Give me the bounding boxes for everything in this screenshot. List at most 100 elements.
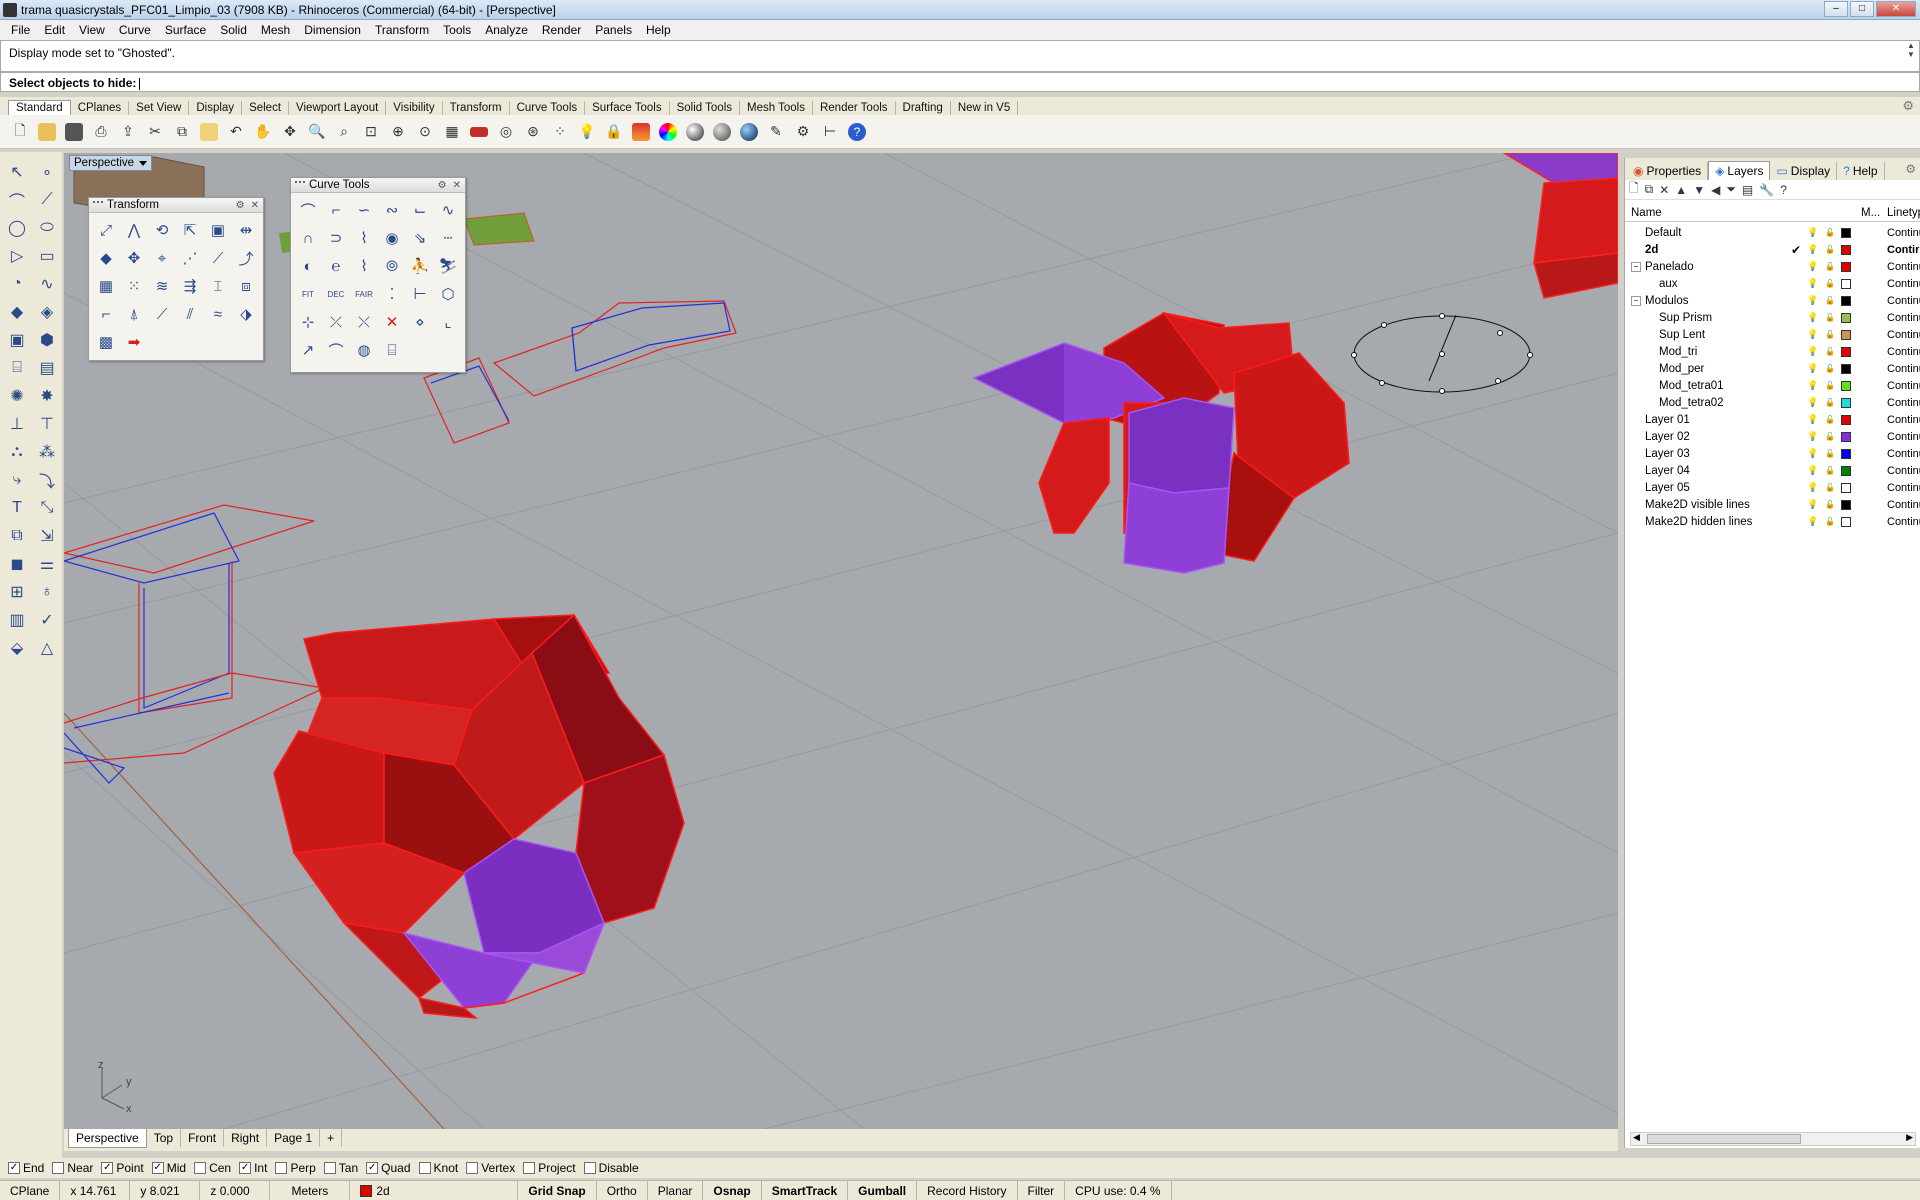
- toggle-osnap[interactable]: Osnap: [703, 1181, 762, 1200]
- rotate-icon[interactable]: ⟲: [149, 217, 175, 243]
- layer-linetype[interactable]: Continu: [1887, 261, 1920, 273]
- layer-name[interactable]: Layer 03: [1645, 448, 1690, 460]
- explode-icon[interactable]: ✸: [33, 382, 61, 410]
- align-icon[interactable]: ✥: [121, 245, 147, 271]
- fillet-curves-icon[interactable]: ⌒: [295, 197, 321, 223]
- insert-knot-icon[interactable]: ⤫: [323, 309, 349, 335]
- unlock-icon[interactable]: 🔓: [1825, 432, 1835, 441]
- fair-icon[interactable]: FAIR: [351, 281, 377, 307]
- layer-linetype[interactable]: Continu: [1887, 499, 1920, 511]
- project-icon[interactable]: ⬙: [3, 634, 31, 662]
- menu-surface[interactable]: Surface: [158, 23, 213, 37]
- helix-icon[interactable]: ℮: [323, 253, 349, 279]
- add-layout-icon[interactable]: +: [320, 1129, 343, 1147]
- toolbar-options-icon[interactable]: ⚙: [1902, 98, 1914, 114]
- toolbar-tab-solid-tools[interactable]: Solid Tools: [670, 101, 740, 115]
- osnap-mid[interactable]: ✓ Mid: [151, 1161, 186, 1175]
- red-arrow-icon[interactable]: ➡: [121, 329, 147, 355]
- layer-name[interactable]: aux: [1659, 278, 1678, 290]
- dimension-tool-icon[interactable]: ⊥: [3, 410, 31, 438]
- layer-name[interactable]: Sup Lent: [1659, 329, 1705, 341]
- layer-linetype[interactable]: Continu: [1887, 448, 1920, 460]
- layer-name[interactable]: Layer 01: [1645, 414, 1690, 426]
- layer-linetype[interactable]: Continu: [1887, 295, 1920, 307]
- unlock-icon[interactable]: 🔓: [1825, 262, 1835, 271]
- rotate-view-icon[interactable]: ✥: [278, 120, 302, 144]
- drafting-icon[interactable]: △: [33, 634, 61, 662]
- layer-color-swatch[interactable]: [1841, 465, 1851, 476]
- layer-row[interactable]: Layer 04 💡 🔓 Continu: [1625, 462, 1920, 479]
- toolbar-tab-new-in-v5[interactable]: New in V5: [951, 101, 1019, 115]
- menu-dimension[interactable]: Dimension: [297, 23, 368, 37]
- boolean-icon[interactable]: ⬢: [33, 326, 61, 354]
- osnap-cen[interactable]: Cen: [194, 1161, 231, 1175]
- menu-curve[interactable]: Curve: [112, 23, 158, 37]
- layer-row[interactable]: Mod_tri 💡 🔓 Continu: [1625, 343, 1920, 360]
- solid-tools-icon[interactable]: ◼: [3, 550, 31, 578]
- layer-color-swatch[interactable]: [1841, 278, 1851, 289]
- open-folder-icon[interactable]: [35, 120, 59, 144]
- save-icon[interactable]: [62, 120, 86, 144]
- layer-row[interactable]: Layer 02 💡 🔓 Continu: [1625, 428, 1920, 445]
- car-icon[interactable]: [467, 120, 491, 144]
- osnap-project[interactable]: Project: [523, 1161, 576, 1175]
- layer-linetype[interactable]: Contir: [1887, 244, 1919, 256]
- visibility-bulb-icon[interactable]: 💡: [1807, 278, 1818, 289]
- group-icon[interactable]: ⛬: [3, 438, 31, 466]
- surface-icon[interactable]: ◆: [3, 298, 31, 326]
- toolbar-tab-set-view[interactable]: Set View: [129, 101, 190, 115]
- layer-color-swatch[interactable]: [1841, 227, 1851, 238]
- layer-name[interactable]: Sup Prism: [1659, 312, 1712, 324]
- maximize-button[interactable]: □: [1850, 1, 1874, 17]
- command-line[interactable]: Select objects to hide:: [0, 72, 1920, 92]
- osnap-disable[interactable]: Disable: [583, 1161, 639, 1175]
- layer-color-swatch[interactable]: [1841, 482, 1851, 493]
- unlock-icon[interactable]: 🔓: [1825, 330, 1835, 339]
- undo-icon[interactable]: ↶: [224, 120, 248, 144]
- gear-icon[interactable]: ⚙: [438, 180, 447, 191]
- visibility-bulb-icon[interactable]: 💡: [1807, 346, 1818, 357]
- layer-row[interactable]: Make2D hidden lines 💡 🔓 Continu: [1625, 513, 1920, 530]
- loft-curve-icon[interactable]: ⌇: [351, 253, 377, 279]
- render-material-icon[interactable]: [710, 120, 734, 144]
- scroll-right-icon[interactable]: ▶: [1906, 1132, 1913, 1143]
- toolbar-tab-surface-tools[interactable]: Surface Tools: [585, 101, 670, 115]
- array-surface-icon[interactable]: ⇶: [177, 273, 203, 299]
- current-layer-selector[interactable]: 2d: [350, 1181, 519, 1200]
- toolbar-tab-render-tools[interactable]: Render Tools: [813, 101, 896, 115]
- layer-row[interactable]: Layer 01 💡 🔓 Continu: [1625, 411, 1920, 428]
- minimize-button[interactable]: –: [1824, 1, 1848, 17]
- select-arrow-icon[interactable]: ↖: [3, 158, 31, 186]
- perspective-viewport[interactable]: z y x Perspective Transform ⚙ ✕ ⤢ ⋀ ⟲ ⇱ ▣ ⇹ ◆ ✥…: [64, 153, 1618, 1129]
- box-transform-icon[interactable]: ▣: [205, 217, 231, 243]
- toolbar-tab-transform[interactable]: Transform: [443, 101, 510, 115]
- checkbox-icon[interactable]: ✓: [8, 1162, 20, 1174]
- color-wheel-icon[interactable]: [656, 120, 680, 144]
- menu-view[interactable]: View: [72, 23, 112, 37]
- unlock-icon[interactable]: 🔓: [1825, 364, 1835, 373]
- layer-row[interactable]: aux 💡 🔓 Continu: [1625, 275, 1920, 292]
- unlock-icon[interactable]: 🔓: [1825, 381, 1835, 390]
- fit-icon[interactable]: FIT: [295, 281, 321, 307]
- help-icon[interactable]: ?: [845, 120, 869, 144]
- checkbox-icon[interactable]: ✓: [151, 1162, 164, 1174]
- light-bulb-icon[interactable]: 💡: [575, 120, 599, 144]
- splop-icon[interactable]: ⟋: [149, 301, 175, 327]
- transform-icon[interactable]: ⧉: [3, 522, 31, 550]
- layer-linetype[interactable]: Continu: [1887, 431, 1920, 443]
- visibility-bulb-icon[interactable]: 💡: [1807, 414, 1818, 425]
- checkbox-icon[interactable]: [323, 1162, 336, 1174]
- spiral-icon[interactable]: ◐: [295, 253, 321, 279]
- flow-along-srf-icon[interactable]: ⫽: [177, 301, 203, 327]
- maelstrom-icon[interactable]: ≈: [205, 301, 231, 327]
- unlock-icon[interactable]: 🔓: [1825, 347, 1835, 356]
- move-down-icon[interactable]: ▼: [1693, 183, 1705, 197]
- lock-icon[interactable]: 🔒: [602, 120, 626, 144]
- drag-grip-icon[interactable]: [93, 201, 103, 209]
- layer-row[interactable]: Layer 03 💡 🔓 Continu: [1625, 445, 1920, 462]
- split-icon[interactable]: ⤡: [33, 494, 61, 522]
- unlock-icon[interactable]: 🔓: [1825, 483, 1835, 492]
- pull-icon[interactable]: ⇘: [407, 225, 433, 251]
- scroll-thumb[interactable]: [1647, 1134, 1801, 1144]
- layer-name[interactable]: Layer 02: [1645, 431, 1690, 443]
